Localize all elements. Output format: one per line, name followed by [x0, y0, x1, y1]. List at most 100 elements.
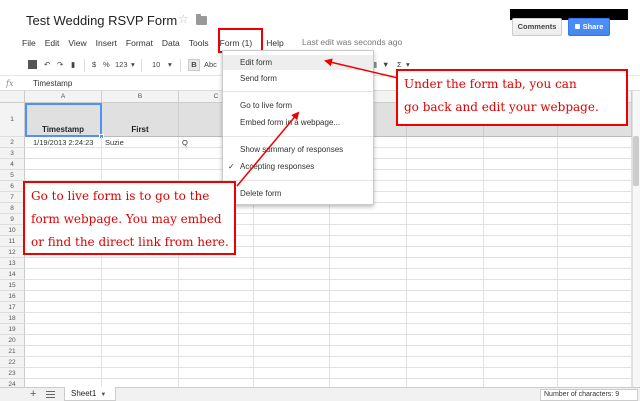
menu-item-show-summary[interactable]: Show summary of responses: [223, 142, 373, 157]
menu-item-embed-form[interactable]: Embed form in a webpage...: [223, 115, 373, 130]
grid-line: [25, 367, 632, 368]
share-button[interactable]: Share: [568, 18, 610, 36]
annotation-line: Under the form tab, you can: [404, 77, 577, 91]
grid-line: [483, 137, 484, 387]
row-header-3[interactable]: 3: [0, 148, 25, 159]
menu-item-delete-form[interactable]: Delete form: [223, 186, 373, 201]
chevron-down-icon[interactable]: ▾: [131, 59, 135, 71]
cell-a2[interactable]: 1/19/2013 2:24:23: [33, 138, 93, 147]
check-icon: ✓: [228, 162, 235, 171]
grid-line: [25, 312, 632, 313]
menu-item-accepting-responses[interactable]: ✓ Accepting responses: [223, 159, 373, 174]
number-format-dropdown[interactable]: 123: [115, 59, 128, 71]
menu-insert[interactable]: Insert: [96, 38, 117, 48]
redo-icon[interactable]: ↷: [57, 59, 63, 71]
add-sheet-button[interactable]: +: [30, 388, 36, 400]
menu-item-go-to-live-form[interactable]: Go to live form: [223, 98, 373, 113]
row-header-21[interactable]: 21: [0, 346, 25, 357]
formula-input[interactable]: Timestamp: [33, 79, 72, 88]
row-header-13[interactable]: 13: [0, 258, 25, 269]
row-header-23[interactable]: 23: [0, 368, 25, 379]
menu-separator: [223, 91, 373, 92]
cell-b2[interactable]: Suzie: [105, 138, 124, 147]
menu-help[interactable]: Help: [266, 38, 283, 48]
annotation-line: go back and edit your webpage.: [404, 100, 599, 114]
funnel-icon[interactable]: ▼: [382, 59, 389, 71]
row-header-12[interactable]: 12: [0, 247, 25, 258]
annotation-line: form webpage. You may embed: [31, 212, 222, 226]
toolbar-divider: [180, 59, 181, 72]
grid-line: [25, 279, 632, 280]
toolbar-divider: [84, 59, 85, 72]
chevron-down-icon[interactable]: ▾: [168, 59, 172, 71]
grid-line: [406, 137, 407, 387]
menu-tools[interactable]: Tools: [189, 38, 209, 48]
row-header-8[interactable]: 8: [0, 203, 25, 214]
currency-format-button[interactable]: $: [92, 59, 96, 71]
last-edit-status[interactable]: Last edit was seconds ago: [302, 37, 402, 47]
menu-item-accepting-label: Accepting responses: [240, 162, 315, 171]
row-header-22[interactable]: 22: [0, 357, 25, 368]
row-header-14[interactable]: 14: [0, 269, 25, 280]
print-icon[interactable]: [28, 60, 37, 69]
row-header-10[interactable]: 10: [0, 225, 25, 236]
grid-line: [25, 301, 632, 302]
menu-item-edit-form[interactable]: Edit form: [223, 55, 373, 70]
grid-line: [178, 137, 179, 387]
select-all-corner[interactable]: [0, 91, 25, 103]
row-header-11[interactable]: 11: [0, 236, 25, 247]
sheet-list-icon[interactable]: [46, 391, 55, 398]
grid-line: [25, 356, 632, 357]
undo-icon[interactable]: ↶: [44, 59, 50, 71]
row-header-17[interactable]: 17: [0, 302, 25, 313]
folder-icon[interactable]: [196, 14, 207, 25]
column-header-b[interactable]: B: [102, 91, 179, 103]
menu-item-send-form[interactable]: Send form: [223, 71, 373, 86]
form-dropdown-menu: Edit form Send form Go to live form Embe…: [222, 50, 374, 205]
menu-format[interactable]: Format: [126, 38, 153, 48]
row-header-6[interactable]: 6: [0, 181, 25, 192]
annotation-line: Go to live form is to go to the: [31, 189, 210, 203]
paint-format-icon[interactable]: ▮: [71, 59, 75, 71]
annotation-edit-form: Under the form tab, you can go back and …: [396, 69, 628, 126]
chevron-down-icon[interactable]: ▼: [100, 392, 106, 398]
column-header-a[interactable]: A: [25, 91, 102, 103]
row-header-15[interactable]: 15: [0, 280, 25, 291]
row-header-24[interactable]: 24: [0, 379, 25, 387]
character-count-status[interactable]: Number of characters: 9: [540, 389, 638, 401]
row-header-9[interactable]: 9: [0, 214, 25, 225]
document-title[interactable]: Test Wedding RSVP Form: [26, 13, 177, 28]
star-icon[interactable]: ☆: [178, 12, 189, 26]
menu-data[interactable]: Data: [162, 38, 180, 48]
selected-cell-a1[interactable]: [25, 103, 104, 139]
menu-file[interactable]: File: [22, 38, 36, 48]
comments-button[interactable]: Comments: [512, 18, 562, 36]
share-label: Share: [582, 22, 604, 31]
sheet-tab-label: Sheet1: [71, 389, 97, 398]
row-header-16[interactable]: 16: [0, 291, 25, 302]
cell-b1[interactable]: First: [102, 103, 179, 137]
lock-icon: [574, 24, 580, 29]
row-header-7[interactable]: 7: [0, 192, 25, 203]
grid-line: [25, 334, 632, 335]
percent-format-button[interactable]: %: [103, 59, 110, 71]
row-header-5[interactable]: 5: [0, 170, 25, 181]
menu-separator: [223, 180, 373, 181]
font-size-dropdown[interactable]: 10: [152, 59, 160, 71]
strikethrough-button[interactable]: Abc: [204, 59, 217, 71]
cell-c2[interactable]: Q: [182, 138, 188, 147]
fx-icon: fx: [6, 79, 14, 88]
menu-edit[interactable]: Edit: [45, 38, 60, 48]
sheet-tab-sheet1[interactable]: Sheet1 ▼: [64, 387, 116, 401]
row-header-1[interactable]: 1: [0, 103, 25, 137]
grid-line: [101, 137, 102, 387]
menu-separator: [223, 136, 373, 137]
scrollbar-thumb[interactable]: [633, 136, 639, 186]
row-header-18[interactable]: 18: [0, 313, 25, 324]
menu-view[interactable]: View: [68, 38, 86, 48]
row-header-19[interactable]: 19: [0, 324, 25, 335]
row-header-4[interactable]: 4: [0, 159, 25, 170]
bold-button[interactable]: B: [188, 59, 200, 71]
row-header-20[interactable]: 20: [0, 335, 25, 346]
row-header-2[interactable]: 2: [0, 137, 25, 148]
